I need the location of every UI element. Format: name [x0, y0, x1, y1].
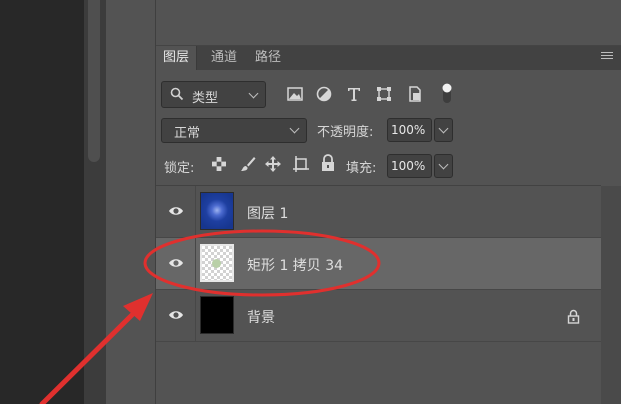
- layers-panel-tab-bar: 图层 通道 路径: [156, 46, 621, 70]
- panel-menu-icon[interactable]: [601, 52, 613, 62]
- lock-artboard-icon[interactable]: [292, 155, 310, 173]
- type-filter-icon[interactable]: [344, 84, 364, 104]
- layer-row[interactable]: 图层 1: [156, 186, 601, 238]
- lock-label: 锁定:: [164, 161, 195, 176]
- adjustment-filter-icon[interactable]: [314, 84, 334, 104]
- layer-thumbnail: [200, 244, 234, 282]
- fill-label: 填充:: [346, 161, 377, 176]
- layers-scrollbar[interactable]: [601, 186, 621, 404]
- smart-object-filter-icon[interactable]: [405, 84, 425, 104]
- fill-field[interactable]: 100%: [387, 154, 432, 178]
- left-scrollbar-thumb[interactable]: [88, 0, 100, 162]
- shape-filter-icon[interactable]: [374, 84, 394, 104]
- fill-dropdown[interactable]: [434, 154, 453, 178]
- lock-all-icon[interactable]: [320, 154, 336, 172]
- left-dark-area: [0, 0, 84, 404]
- layer-filter-select[interactable]: 类型: [161, 81, 266, 108]
- opacity-field[interactable]: 100%: [387, 118, 432, 142]
- filter-type-label: 类型: [192, 91, 219, 106]
- filter-toggle-icon[interactable]: [437, 80, 457, 106]
- layer-row[interactable]: 背景: [156, 290, 601, 342]
- tab-layers[interactable]: 图层: [156, 46, 198, 70]
- search-icon: [170, 87, 184, 101]
- eye-icon[interactable]: [168, 204, 184, 218]
- chevron-down-icon: [438, 159, 449, 170]
- blend-mode-value: 正常: [174, 126, 201, 141]
- chevron-down-icon: [438, 123, 449, 134]
- chevron-down-icon: [289, 123, 300, 134]
- lock-position-icon[interactable]: [264, 155, 282, 173]
- opacity-label: 不透明度:: [317, 125, 374, 140]
- layer-thumbnail: [200, 296, 234, 334]
- chevron-down-icon: [248, 88, 259, 99]
- divider: [195, 238, 196, 289]
- lock-paint-icon[interactable]: [239, 155, 257, 173]
- layer-name[interactable]: 矩形 1 拷贝 34: [247, 255, 343, 275]
- layer-name[interactable]: 背景: [247, 307, 275, 327]
- upper-panel: [156, 0, 621, 46]
- layer-name[interactable]: 图层 1: [247, 203, 288, 223]
- divider: [195, 186, 196, 237]
- layer-thumbnail: [200, 192, 234, 230]
- eye-icon[interactable]: [168, 256, 184, 270]
- panel-gutter: [106, 0, 156, 404]
- blend-mode-select[interactable]: 正常: [161, 118, 307, 143]
- tab-paths[interactable]: 路径: [248, 46, 288, 70]
- layer-row[interactable]: 矩形 1 拷贝 34: [156, 238, 601, 290]
- lock-transparent-icon[interactable]: [211, 156, 227, 172]
- opacity-dropdown[interactable]: [434, 118, 453, 142]
- lock-icon[interactable]: [567, 309, 580, 324]
- eye-icon[interactable]: [168, 308, 184, 322]
- tab-channels[interactable]: 通道: [204, 46, 244, 70]
- divider: [195, 290, 196, 341]
- image-filter-icon[interactable]: [285, 84, 305, 104]
